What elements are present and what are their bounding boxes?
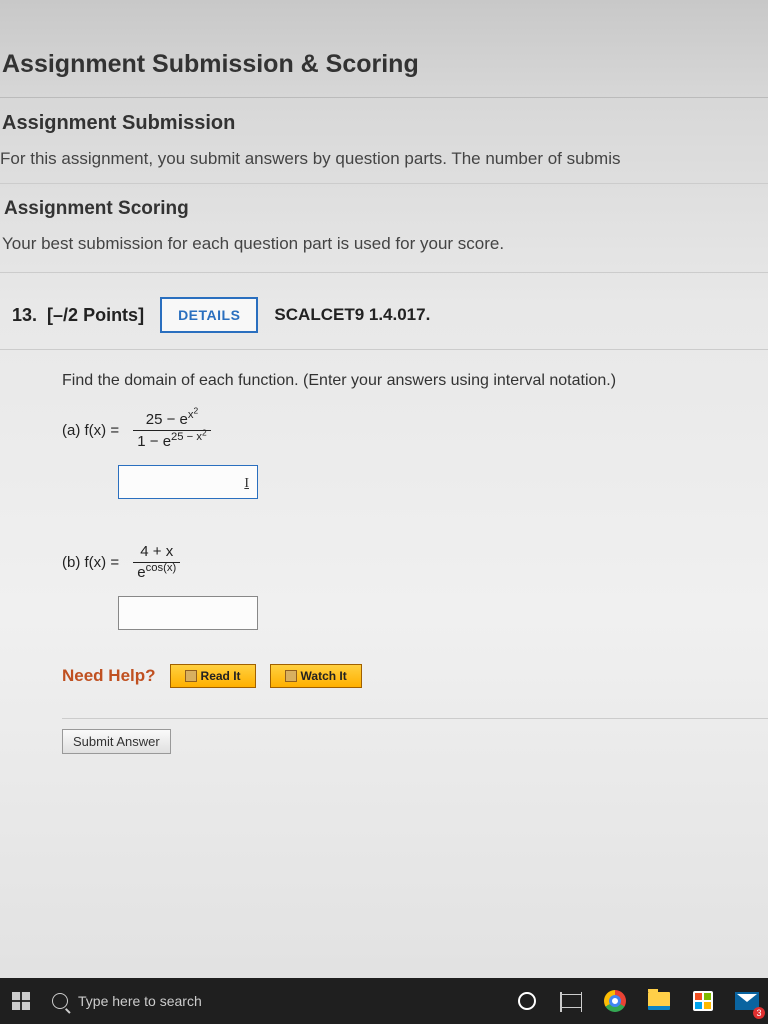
search-icon: [52, 993, 68, 1009]
mail-button[interactable]: 3: [734, 988, 760, 1014]
main-heading: Assignment Submission & Scoring: [0, 50, 768, 98]
watch-it-button[interactable]: Watch It: [270, 664, 362, 688]
cortana-button[interactable]: [514, 988, 540, 1014]
cortana-icon: [518, 992, 536, 1010]
question-header: 13. [–/2 Points] DETAILS SCALCET9 1.4.01…: [0, 273, 768, 350]
search-placeholder: Type here to search: [78, 993, 202, 1009]
part-a-answer-input[interactable]: [118, 465, 258, 499]
details-button[interactable]: DETAILS: [160, 297, 258, 333]
chrome-button[interactable]: [602, 988, 628, 1014]
part-b-label: (b) f(x) =: [62, 554, 119, 571]
submit-row: Submit Answer: [62, 718, 768, 766]
taskbar-search[interactable]: Type here to search: [42, 978, 342, 1024]
ms-store-button[interactable]: [690, 988, 716, 1014]
task-view-button[interactable]: [558, 988, 584, 1014]
scoring-heading: Assignment Scoring: [0, 184, 768, 234]
need-help-label: Need Help?: [62, 666, 156, 686]
task-view-icon: [561, 994, 581, 1008]
taskbar-tray: 3: [514, 978, 768, 1024]
file-explorer-button[interactable]: [646, 988, 672, 1014]
question-number: 13. [–/2 Points]: [12, 305, 144, 326]
need-help-row: Need Help? Read It Watch It: [62, 664, 768, 688]
chrome-icon: [604, 990, 626, 1012]
start-button[interactable]: [0, 978, 42, 1024]
store-icon: [693, 991, 713, 1011]
part-a: (a) f(x) = 25 − ex2 1 − e25 − x2: [62, 410, 768, 503]
mail-badge: 3: [753, 1007, 765, 1019]
submission-heading: Assignment Submission: [0, 98, 768, 149]
question-prompt: Find the domain of each function. (Enter…: [62, 372, 768, 390]
submit-answer-button[interactable]: Submit Answer: [62, 729, 171, 754]
windows-icon: [12, 992, 30, 1010]
watch-it-icon: [285, 670, 297, 682]
submission-desc: For this assignment, you submit answers …: [0, 149, 768, 184]
windows-taskbar: Type here to search 3: [0, 978, 768, 1024]
question-reference: SCALCET9 1.4.017.: [274, 305, 430, 325]
part-a-fraction: 25 − ex2 1 − e25 − x2: [133, 410, 210, 451]
part-b-fraction: 4 + x ecos(x): [133, 543, 180, 582]
part-b-answer-input[interactable]: [118, 596, 258, 630]
folder-icon: [648, 992, 670, 1010]
read-it-icon: [185, 670, 197, 682]
question-body: Find the domain of each function. (Enter…: [0, 350, 768, 766]
scoring-desc: Your best submission for each question p…: [0, 234, 768, 273]
part-b: (b) f(x) = 4 + x ecos(x): [62, 543, 768, 634]
read-it-button[interactable]: Read It: [170, 664, 256, 688]
part-a-label: (a) f(x) =: [62, 422, 119, 439]
